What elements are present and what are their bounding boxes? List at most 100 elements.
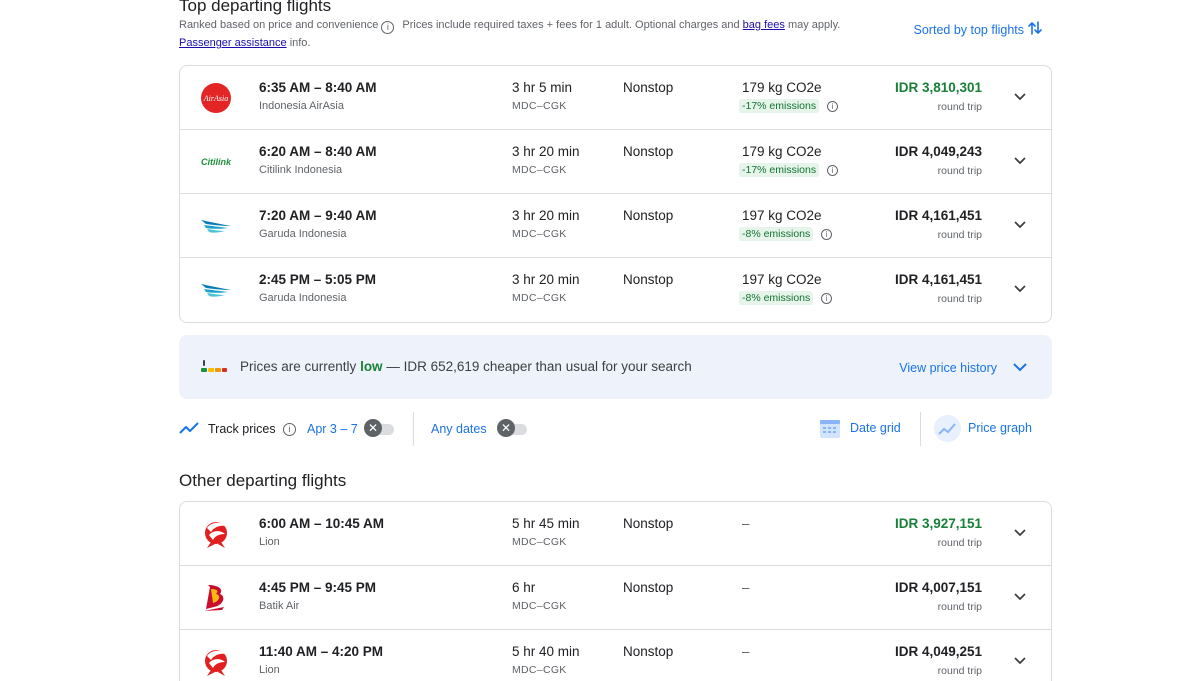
airline-name: Batik Air	[259, 600, 300, 612]
prices-note-prefix: Prices include required taxes + fees for…	[402, 19, 740, 31]
flight-duration: 3 hr 20 min	[512, 208, 580, 223]
co2-value: –	[742, 516, 750, 531]
flight-route: MDC–CGK	[512, 228, 567, 240]
flight-row[interactable]: AirAsia 6:35 AM – 8:40 AM Indonesia AirAsi…	[180, 66, 1051, 130]
price-value: IDR 4,049,251	[894, 644, 982, 659]
calendar-grid-icon[interactable]	[818, 416, 842, 440]
stops-label: Nonstop	[623, 644, 674, 659]
chevron-down-icon[interactable]	[1012, 281, 1028, 297]
chevron-down-icon[interactable]	[1012, 217, 1028, 233]
co2-value: 197 kg CO2e	[742, 208, 822, 223]
any-dates-toggle[interactable]: ✕	[497, 419, 529, 437]
price-insight-banner[interactable]: Prices are currently low — IDR 652,619 c…	[179, 335, 1052, 399]
price-value: IDR 3,927,151	[894, 516, 982, 531]
view-price-history-link[interactable]: View price history	[899, 361, 997, 375]
price-value: IDR 4,007,151	[894, 580, 982, 595]
flight-times: 11:40 AM – 4:20 PM	[259, 644, 384, 659]
flight-row[interactable]: 4:45 PM – 9:45 PM Batik Air 6 hr MDC–CGK Non…	[180, 566, 1051, 630]
flight-times: 6:00 AM – 10:45 AM	[259, 516, 385, 531]
price-value: IDR 4,161,451	[894, 272, 982, 287]
flight-times: 4:45 PM – 9:45 PM	[259, 580, 377, 595]
track-dates-toggle[interactable]: ✕	[364, 419, 396, 437]
info-icon[interactable]: i	[381, 21, 395, 34]
prices-note-suffix: may apply.	[787, 19, 841, 31]
info-icon[interactable]: i	[821, 229, 832, 240]
stops-label: Nonstop	[623, 144, 674, 159]
close-icon: ✕	[497, 419, 515, 437]
price-graph-icon[interactable]	[934, 415, 961, 442]
info-icon[interactable]: i	[283, 423, 296, 436]
price-value: IDR 3,810,301	[894, 80, 982, 95]
price-graph-button[interactable]: Price graph	[968, 421, 1032, 435]
divider	[413, 412, 414, 446]
stops-label: Nonstop	[623, 516, 674, 531]
flight-duration: 5 hr 40 min	[512, 644, 580, 659]
garuda-logo	[200, 210, 232, 242]
flight-row[interactable]: 6:00 AM – 10:45 AM Lion 5 hr 45 min MDC–CGK…	[180, 502, 1051, 566]
flight-times: 6:35 AM – 8:40 AM	[259, 80, 377, 95]
co2-value: –	[742, 644, 750, 659]
flight-row[interactable]: 11:40 AM – 4:20 PM Lion 5 hr 40 min MDC–CGK…	[180, 630, 1051, 681]
chevron-down-icon[interactable]	[1012, 525, 1028, 541]
flight-duration: 6 hr	[512, 580, 536, 595]
sort-label: Sorted by top flights	[913, 22, 1024, 37]
airline-name: Garuda Indonesia	[259, 292, 347, 304]
date-grid-button[interactable]: Date grid	[850, 421, 901, 435]
passenger-suffix: info.	[289, 37, 311, 49]
chevron-down-icon[interactable]	[1012, 153, 1028, 169]
top-flights-list: AirAsia 6:35 AM – 8:40 AM Indonesia AirAsi…	[179, 65, 1052, 323]
svg-text:AirAsia: AirAsia	[203, 94, 228, 103]
price-note: round trip	[937, 601, 982, 613]
flight-route: MDC–CGK	[512, 600, 567, 612]
flight-route: MDC–CGK	[512, 292, 567, 304]
info-icon[interactable]: i	[821, 293, 832, 304]
stops-label: Nonstop	[623, 580, 674, 595]
flight-row[interactable]: Citilink 6:20 AM – 8:40 AM Citilink Indone…	[180, 130, 1051, 194]
price-tracking-bar: Track prices i Apr 3 – 7 ✕ Any dates ✕ D…	[179, 410, 1052, 448]
chevron-down-icon[interactable]	[1012, 653, 1028, 669]
airline-name: Garuda Indonesia	[259, 228, 347, 240]
bag-fees-link[interactable]: bag fees	[743, 19, 785, 31]
insight-prefix: Prices are currently	[240, 359, 357, 374]
lion-logo	[200, 518, 232, 550]
ranking-note: Ranked based on price and convenience i Pr…	[179, 19, 840, 34]
info-icon[interactable]: i	[827, 165, 838, 176]
chevron-down-icon[interactable]	[1012, 359, 1028, 375]
flight-times: 7:20 AM – 9:40 AM	[259, 208, 377, 223]
flight-row[interactable]: 7:20 AM – 9:40 AM Garuda Indonesia 3 hr 20…	[180, 194, 1051, 258]
ranked-text: Ranked based on price and convenience	[179, 19, 379, 31]
other-flights-title: Other departing flights	[179, 471, 347, 490]
insight-suffix: — IDR 652,619 cheaper than usual for you…	[386, 359, 692, 374]
chevron-down-icon[interactable]	[1012, 589, 1028, 605]
emissions-badge: -17% emissions	[739, 99, 820, 113]
emissions-badge: -17% emissions	[739, 163, 820, 177]
chevron-down-icon[interactable]	[1012, 89, 1028, 105]
co2-value: 179 kg CO2e	[742, 80, 822, 95]
top-flights-title: Top departing flights	[179, 0, 332, 15]
flight-route: MDC–CGK	[512, 100, 567, 112]
trending-icon	[179, 422, 199, 434]
price-note: round trip	[937, 293, 982, 305]
stops-label: Nonstop	[623, 80, 674, 95]
track-prices-label: Track prices	[208, 422, 276, 436]
flight-row[interactable]: 2:45 PM – 5:05 PM Garuda Indonesia 3 hr 20…	[180, 258, 1051, 322]
sort-button[interactable]: Sorted by top flights	[914, 20, 1042, 39]
flight-route: MDC–CGK	[512, 164, 567, 176]
flight-route: MDC–CGK	[512, 536, 567, 548]
lion-logo	[200, 646, 232, 678]
flight-duration: 3 hr 20 min	[512, 144, 580, 159]
flight-times: 6:20 AM – 8:40 AM	[259, 144, 377, 159]
citilink-logo: Citilink	[200, 146, 232, 178]
passenger-assistance-link[interactable]: Passenger assistance	[179, 37, 287, 49]
price-note: round trip	[937, 165, 982, 177]
info-icon[interactable]: i	[827, 101, 838, 112]
price-value: IDR 4,049,243	[894, 144, 982, 159]
price-level-icon	[201, 360, 227, 372]
flight-duration: 3 hr 5 min	[512, 80, 573, 95]
price-note: round trip	[937, 229, 982, 241]
emissions-badge: -8% emissions	[739, 227, 814, 241]
airline-name: Citilink Indonesia	[259, 164, 343, 176]
any-dates-label: Any dates	[431, 422, 487, 436]
price-insight-text: Prices are currently low — IDR 652,619 c…	[240, 359, 692, 374]
co2-value: 179 kg CO2e	[742, 144, 822, 159]
